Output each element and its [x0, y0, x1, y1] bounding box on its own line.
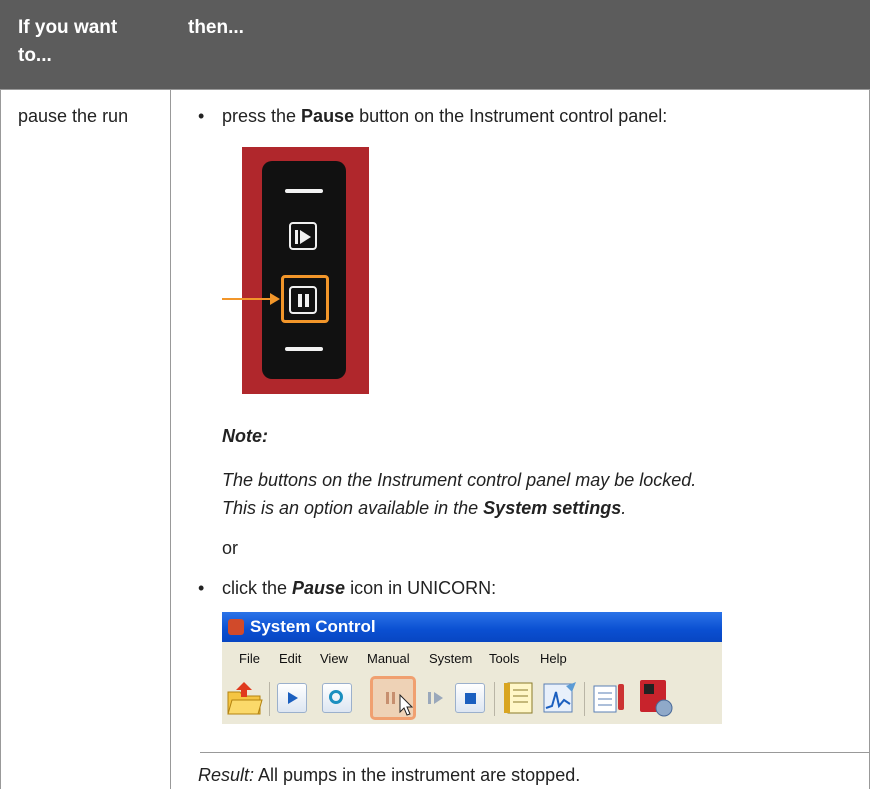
step2-text-end: icon in UNICORN: — [345, 578, 497, 598]
play-triangle — [300, 230, 311, 244]
unicorn-window-screenshot: System Control File Edit View Manual Sys… — [222, 612, 722, 724]
menu-file: File — [239, 651, 260, 666]
mouse-cursor-icon — [399, 694, 414, 716]
table-right-border-bottom — [869, 752, 870, 789]
row-action: pause the run — [18, 106, 129, 126]
window-title: System Control — [250, 617, 376, 636]
panel-button-strip — [262, 161, 346, 379]
toolbar-separator — [269, 682, 270, 716]
step1-text-end: button on the Instrument control panel: — [354, 106, 668, 126]
app-icon — [228, 619, 244, 635]
instrument-icon — [640, 680, 673, 717]
indicator-dash-top — [285, 189, 323, 193]
step1-bold: Pause — [301, 106, 355, 126]
result-text: All pumps in the instrument are stopped. — [254, 765, 581, 785]
step2-text: click the — [222, 578, 293, 598]
result-label: Result: — [198, 765, 255, 785]
logbook-icon — [504, 682, 533, 714]
result-divider — [200, 752, 869, 753]
toolbar — [222, 674, 722, 724]
menu-system: System — [429, 651, 473, 666]
table-right-border — [869, 89, 870, 789]
table-left-border-bottom — [0, 752, 1, 789]
toolbar-separator-2 — [494, 682, 495, 716]
menu-help: Help — [540, 651, 567, 666]
menu-tools: Tools — [489, 651, 520, 666]
callout-arrow-line — [222, 298, 272, 300]
continue-triangle — [434, 692, 443, 704]
system-settings-bold: System settings — [483, 498, 622, 518]
toolbar-separator-3 — [584, 682, 585, 716]
settings-list-icon — [593, 684, 624, 713]
note-title: Note: — [222, 426, 268, 446]
instrument-control-panel — [242, 147, 369, 394]
menu-bar: File Edit View Manual System Tools Help — [222, 642, 722, 674]
bullet-2: • — [198, 578, 205, 598]
step-press-pause: press the Pause button on the Instrument… — [222, 103, 667, 129]
stop-square — [465, 693, 476, 704]
header-divider — [0, 89, 870, 90]
callout-arrow-icon — [270, 293, 280, 305]
step-click-pause: click the Pause icon in UNICORN: — [222, 575, 496, 601]
pause-highlight-box — [281, 275, 329, 323]
run-triangle — [288, 692, 298, 704]
menu-edit: Edit — [279, 651, 302, 666]
or-text: or — [222, 538, 239, 558]
indicator-dash-bottom — [285, 347, 323, 351]
rerun-circle — [329, 690, 343, 704]
continue-icon — [428, 692, 431, 704]
header-if-you-want-to: If you want to... — [18, 17, 118, 66]
result-line: Result: All pumps in the instrument are … — [198, 762, 580, 788]
play-bar — [295, 230, 298, 244]
stop-icon — [455, 683, 485, 713]
run-button-icon — [289, 222, 317, 250]
run-icon — [277, 683, 307, 713]
step2-bold: Pause — [292, 578, 346, 598]
table-header: If you want to... then... — [0, 0, 870, 89]
note-text: This is an option available in the — [222, 498, 484, 518]
step1-text: press the — [222, 106, 302, 126]
note-line-2: This is an option available in the Syste… — [222, 495, 626, 521]
note-line-1: The buttons on the Instrument control pa… — [222, 470, 697, 490]
pause-icon-bar — [392, 692, 395, 704]
note-period: . — [621, 498, 627, 518]
rerun-icon — [322, 683, 352, 713]
table-left-border — [0, 89, 1, 789]
menu-view: View — [320, 651, 348, 666]
bullet-1: • — [198, 106, 205, 126]
header-then: then... — [188, 17, 244, 38]
table-column-divider — [170, 89, 171, 789]
pause-icon — [386, 692, 389, 704]
instruction-table: If you want to... then... pause the run … — [0, 0, 870, 789]
table-column-divider-bottom — [170, 752, 171, 789]
menu-manual: Manual — [367, 651, 410, 666]
open-folder-icon — [227, 682, 263, 715]
window-title-bar: System Control — [222, 612, 722, 642]
curve-icon — [543, 682, 576, 713]
